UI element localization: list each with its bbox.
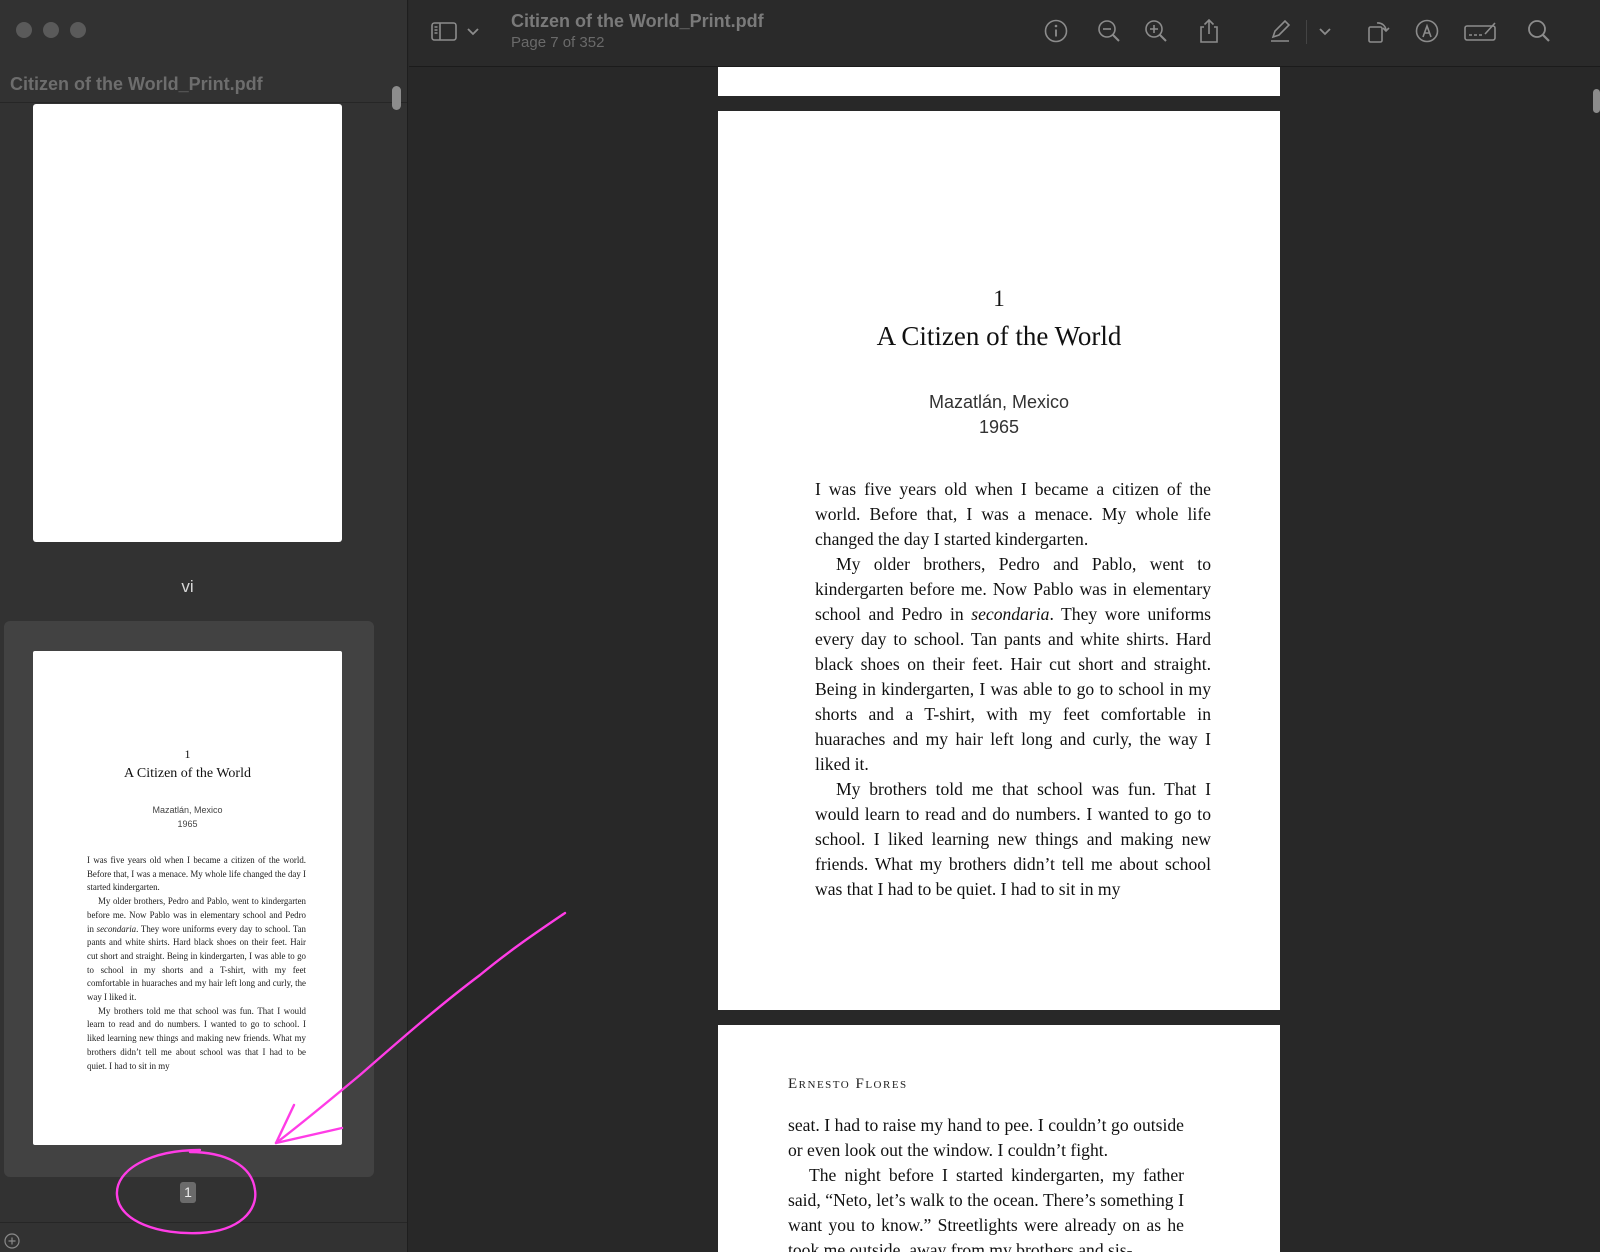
previous-page <box>718 67 1280 96</box>
sidebar-divider <box>0 102 407 103</box>
markup-icon[interactable] <box>1413 17 1441 45</box>
preview-window: Citizen of the World_Print.pdf vi 1 A Ci… <box>0 0 1600 1252</box>
zoom-in-icon[interactable] <box>1142 17 1170 45</box>
highlight-pen-icon[interactable] <box>1266 17 1294 45</box>
rotate-icon[interactable] <box>1364 17 1392 45</box>
main-scrollbar[interactable] <box>1593 89 1600 113</box>
page-body-text: I was five years old when I became a cit… <box>815 477 1211 902</box>
italic-run: secondaria <box>971 604 1050 624</box>
thumbnail-paragraph: My brothers told me that school was fun.… <box>87 1005 306 1071</box>
toolbar: Citizen of the World_Print.pdf Page 7 of… <box>409 0 1600 67</box>
chapter-year: 1965 <box>978 417 1020 437</box>
chapter-title: A Citizen of the World <box>876 321 1122 351</box>
sidebar-toggle-icon[interactable] <box>429 17 459 45</box>
thumbnail-body-text: I was five years old when I became a cit… <box>87 854 306 1073</box>
info-icon[interactable] <box>1042 17 1070 45</box>
thumbnail-paragraph: My older brothers, Pedro and Pablo, went… <box>87 895 306 1005</box>
form-fill-icon[interactable] <box>1463 17 1499 45</box>
chapter-place: Mazatlán, Mexico <box>928 392 1070 412</box>
thumbnail-label: vi <box>181 577 194 596</box>
page-indicator: Page 7 of 352 <box>511 34 605 51</box>
thumbnail-chapter-number: 1 <box>184 747 191 761</box>
thumbnail-place: Mazatlán, Mexico <box>152 805 223 815</box>
add-page-icon[interactable] <box>4 1233 20 1249</box>
thumbnail-year: 1965 <box>177 819 198 829</box>
close-window-button[interactable] <box>16 22 32 38</box>
paragraph: My older brothers, Pedro and Pablo, went… <box>815 552 1211 777</box>
running-header: Ernesto Flores <box>788 1076 908 1092</box>
thumbnail-chapter-title: A Citizen of the World <box>124 766 251 781</box>
sidebar-scrollbar[interactable] <box>392 86 401 110</box>
minimize-window-button[interactable] <box>43 22 59 38</box>
page-thumbnail-vi[interactable] <box>33 104 342 542</box>
sidebar-document-title: Citizen of the World_Print.pdf <box>10 74 263 94</box>
toolbar-separator <box>1306 20 1307 44</box>
thumbnail-text-run: . They wore uniforms every day to school… <box>87 923 306 1003</box>
thumbnail-paragraph: I was five years old when I became a cit… <box>87 855 306 893</box>
text-run: . They wore uniforms every day to school… <box>815 604 1211 774</box>
chevron-down-icon[interactable] <box>465 17 481 45</box>
thumbnail-italic-run: secondaria <box>96 923 137 934</box>
zoom-window-button[interactable] <box>70 22 86 38</box>
thumbnail-sidebar: Citizen of the World_Print.pdf vi 1 A Ci… <box>0 0 408 1252</box>
document-title: Citizen of the World_Print.pdf <box>511 11 764 31</box>
document-view[interactable]: 1 A Citizen of the World Mazatlán, Mexic… <box>409 67 1600 1252</box>
chevron-down-icon[interactable] <box>1317 17 1333 45</box>
search-icon[interactable] <box>1525 17 1553 45</box>
sidebar-bottom-divider <box>0 1222 407 1223</box>
paragraph: I was five years old when I became a cit… <box>815 479 1211 549</box>
zoom-out-icon[interactable] <box>1095 17 1123 45</box>
next-page: Ernesto Flores seat. I had to raise my h… <box>718 1025 1280 1252</box>
paragraph: seat. I had to raise my hand to pee. I c… <box>788 1115 1184 1160</box>
share-icon[interactable] <box>1195 17 1223 45</box>
chapter-number: 1 <box>993 286 1005 311</box>
paragraph: My brothers told me that school was fun.… <box>815 779 1211 899</box>
paragraph: The night before I started kindergarten,… <box>788 1165 1184 1252</box>
page-number-badge: 1 <box>180 1182 196 1203</box>
page-thumbnail-1[interactable]: 1 A Citizen of the World Mazatlán, Mexic… <box>33 651 342 1145</box>
current-page: 1 A Citizen of the World Mazatlán, Mexic… <box>718 111 1280 1010</box>
page-body-text: seat. I had to raise my hand to pee. I c… <box>788 1113 1184 1252</box>
